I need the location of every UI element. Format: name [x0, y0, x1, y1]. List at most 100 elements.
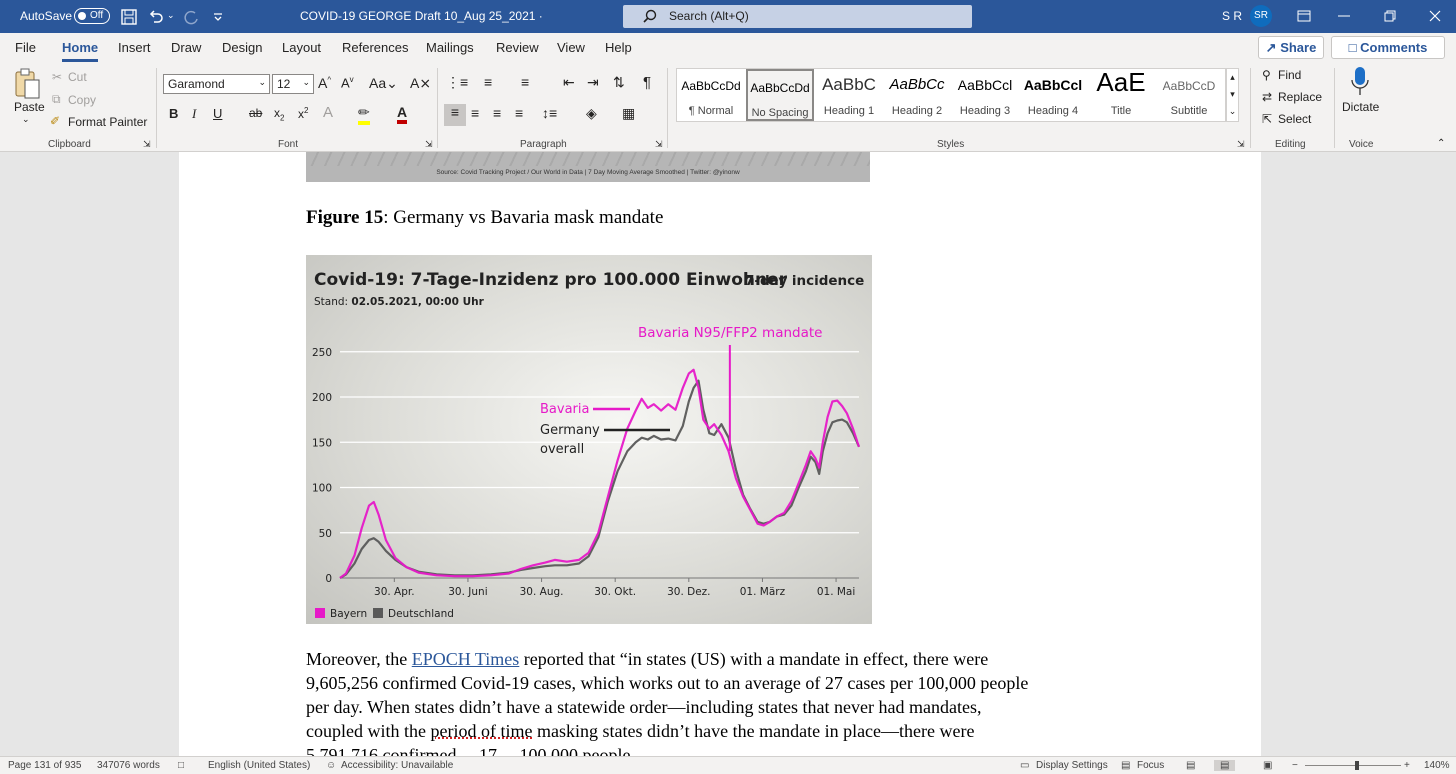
align-center-icon[interactable]: ≡	[471, 105, 479, 121]
style-normal[interactable]: AaBbCcDd ¶ Normal	[677, 69, 745, 121]
paste-dropdown-icon[interactable]: ⌄	[22, 114, 30, 125]
undo-icon[interactable]	[148, 9, 164, 25]
dictate-button[interactable]: Dictate	[1342, 100, 1379, 114]
replace-button[interactable]: Replace	[1278, 90, 1322, 104]
tab-draw[interactable]: Draw	[171, 40, 201, 55]
display-settings[interactable]: Display Settings	[1036, 760, 1108, 771]
figure-caption: Figure 15: Germany vs Bavaria mask manda…	[306, 207, 663, 229]
web-layout-icon[interactable]: ▣	[1263, 760, 1272, 771]
restore-icon[interactable]	[1384, 10, 1396, 22]
underline-icon[interactable]: U	[213, 106, 222, 121]
style-title[interactable]: AaE Title	[1087, 67, 1155, 121]
subscript-icon[interactable]: x2	[274, 106, 284, 122]
autosave-toggle[interactable]: Off	[74, 8, 110, 24]
tab-design[interactable]: Design	[222, 40, 262, 55]
style-heading-2[interactable]: AaBbCc Heading 2	[883, 69, 951, 121]
document-page[interactable]: Source: Covid Tracking Project / Our Wor…	[179, 152, 1261, 756]
microphone-icon[interactable]	[1350, 66, 1370, 98]
language[interactable]: English (United States)	[208, 760, 310, 771]
customize-toolbar-icon[interactable]	[212, 11, 224, 23]
font-name-dropdown[interactable]: Garamond ⌄	[163, 74, 270, 94]
style-heading-3[interactable]: AaBbCcl Heading 3	[951, 69, 1019, 121]
tab-help[interactable]: Help	[605, 40, 632, 55]
italic-icon[interactable]: I	[192, 106, 196, 122]
page-count[interactable]: Page 131 of 935	[8, 760, 81, 771]
undo-dropdown-icon[interactable]: ⌄	[167, 10, 175, 21]
font-color-icon[interactable]: A	[397, 104, 408, 124]
figure-chart[interactable]: Covid-19: 7-Tage-Inzidenz pro 100.000 Ei…	[306, 255, 872, 624]
justify-icon[interactable]: ≡	[515, 105, 523, 121]
zoom-slider-thumb[interactable]	[1355, 761, 1359, 770]
tab-home[interactable]: Home	[62, 40, 98, 55]
ribbon-display-icon[interactable]	[1297, 10, 1311, 22]
close-icon[interactable]	[1429, 10, 1441, 22]
bold-icon[interactable]: B	[169, 106, 178, 121]
document-title[interactable]: COVID-19 GEORGE Draft 10_Aug 25_2021 ·	[300, 9, 543, 23]
highlight-icon[interactable]: ✏	[358, 104, 370, 125]
tab-layout[interactable]: Layout	[282, 40, 321, 55]
numbering-icon[interactable]: ≡	[484, 74, 492, 90]
styles-launcher-icon[interactable]: ⇲	[1237, 139, 1245, 150]
search-box[interactable]: Search (Alt+Q)	[623, 5, 972, 28]
share-button[interactable]: ↗ Share	[1258, 36, 1324, 59]
paragraph-launcher-icon[interactable]: ⇲	[655, 139, 663, 150]
decrease-indent-icon[interactable]: ⇤	[563, 74, 575, 91]
redo-icon[interactable]	[183, 9, 199, 25]
paste-icon[interactable]	[13, 68, 41, 100]
grammar-flag[interactable]: period of time	[430, 721, 532, 741]
multilevel-list-icon[interactable]: ≡	[521, 74, 529, 90]
save-icon[interactable]	[121, 9, 137, 25]
zoom-level[interactable]: 140%	[1424, 760, 1450, 771]
change-case-icon[interactable]: Aa⌄	[369, 75, 398, 92]
epoch-times-link[interactable]: EPOCH Times	[412, 649, 520, 669]
print-layout-icon[interactable]: ▤	[1214, 760, 1236, 771]
tab-view[interactable]: View	[557, 40, 585, 55]
align-right-icon[interactable]: ≡	[493, 105, 501, 121]
style-heading-4[interactable]: AaBbCcl Heading 4	[1019, 69, 1087, 121]
style-heading-1[interactable]: AaBbC Heading 1	[815, 69, 883, 121]
word-count[interactable]: 347076 words	[97, 760, 160, 771]
shading-icon[interactable]: ◈	[586, 105, 597, 122]
align-left-icon[interactable]: ≡	[444, 104, 466, 126]
strikethrough-icon[interactable]: ab	[249, 106, 262, 120]
style-subtitle[interactable]: AaBbCcD Subtitle	[1155, 69, 1223, 121]
tab-insert[interactable]: Insert	[118, 40, 151, 55]
paste-label[interactable]: Paste	[14, 100, 45, 114]
bullets-icon[interactable]: ⋮≡	[446, 74, 468, 91]
tab-references[interactable]: References	[342, 40, 408, 55]
accessibility-status[interactable]: Accessibility: Unavailable	[341, 760, 453, 771]
styles-scroll[interactable]: ▴ ▾ ⌄	[1226, 68, 1239, 122]
grow-font-icon[interactable]: A^	[318, 75, 331, 91]
clipboard-launcher-icon[interactable]: ⇲	[143, 139, 151, 150]
sort-icon[interactable]: ⇅	[613, 74, 625, 91]
line-spacing-icon[interactable]: ↕≡	[542, 105, 557, 121]
collapse-ribbon-icon[interactable]: ⌃	[1437, 138, 1445, 149]
cut-button[interactable]: Cut	[68, 70, 87, 84]
minimize-icon[interactable]	[1338, 15, 1350, 17]
comments-button[interactable]: □ Comments	[1331, 36, 1445, 59]
show-formatting-icon[interactable]: ¶	[643, 74, 651, 91]
shrink-font-icon[interactable]: Av	[341, 75, 354, 90]
zoom-in-icon[interactable]: +	[1404, 760, 1410, 771]
superscript-icon[interactable]: x2	[298, 106, 308, 121]
increase-indent-icon[interactable]: ⇥	[587, 74, 599, 91]
proofing-icon[interactable]: □	[178, 760, 184, 771]
zoom-slider[interactable]	[1305, 765, 1401, 766]
format-painter-button[interactable]: Format Painter	[68, 115, 147, 129]
text-effects-icon[interactable]: A	[323, 104, 333, 121]
tab-file[interactable]: File	[15, 40, 36, 55]
read-mode-icon[interactable]: ▤	[1186, 760, 1195, 771]
tab-review[interactable]: Review	[496, 40, 539, 55]
zoom-out-icon[interactable]: −	[1292, 760, 1298, 771]
select-button[interactable]: Select	[1278, 112, 1311, 126]
font-launcher-icon[interactable]: ⇲	[425, 139, 433, 150]
copy-button[interactable]: Copy	[68, 93, 96, 107]
borders-icon[interactable]: ▦	[622, 105, 635, 122]
tab-mailings[interactable]: Mailings	[426, 40, 474, 55]
focus-button[interactable]: Focus	[1137, 760, 1164, 771]
find-button[interactable]: Find	[1278, 68, 1301, 82]
font-size-dropdown[interactable]: 12 ⌄	[272, 74, 314, 94]
style-no-spacing[interactable]: AaBbCcDd No Spacing	[746, 69, 814, 121]
avatar[interactable]: SR	[1250, 5, 1272, 27]
clear-formatting-icon[interactable]: A⨯	[410, 75, 431, 92]
